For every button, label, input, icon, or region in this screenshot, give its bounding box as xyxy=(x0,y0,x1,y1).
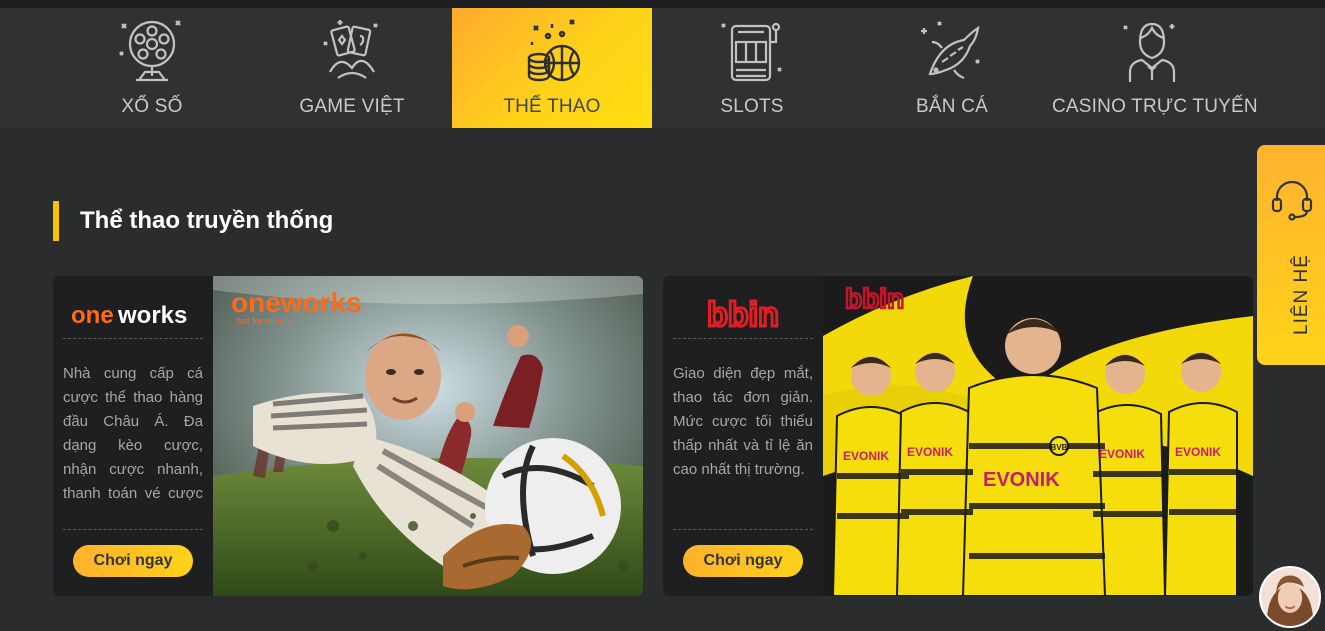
nav-label-casino: CASINO TRỰC TUYẾN xyxy=(1052,96,1258,117)
basketball-coins-icon xyxy=(527,19,581,82)
section-title: Thể thao truyền thống xyxy=(53,201,333,241)
nav-item-lottery[interactable]: XỔ SỐ xyxy=(52,8,252,128)
divider xyxy=(673,529,813,530)
oneworks-banner-image[interactable]: oneworks hot for minds xyxy=(213,276,643,596)
svg-text:BVB: BVB xyxy=(1051,443,1068,452)
bbin-banner-image[interactable]: EVONIK EVONIK EVONIK EVONIK EVONIK BVB b… xyxy=(823,276,1253,596)
contact-tab[interactable]: LIÊN HỆ xyxy=(1257,145,1325,365)
jersey-text: EVONIK xyxy=(1099,447,1145,461)
contact-label: LIÊN HỆ xyxy=(1291,254,1312,335)
jersey-text: EVONIK xyxy=(1175,445,1221,459)
divider xyxy=(63,338,203,339)
oneworks-logo: one works xyxy=(71,302,187,329)
bbin-logo: bbin xyxy=(706,295,781,336)
casino-dealer-icon xyxy=(1123,22,1176,82)
banner-bbin-logo: bbin xyxy=(845,283,904,314)
play-now-button[interactable]: Chơi ngay xyxy=(73,545,193,577)
play-now-button[interactable]: Chơi ngay xyxy=(683,545,803,577)
category-nav: XỔ SỐ GAME VIỆT THỂ THAO SLOTS BẮN CÁ CA… xyxy=(0,8,1325,128)
divider xyxy=(63,529,203,530)
nav-item-game-viet[interactable]: GAME VIỆT xyxy=(252,8,452,128)
card-info-panel: one works Nhà cung cấp cá cược thể thao … xyxy=(53,276,213,596)
nav-label-slots: SLOTS xyxy=(720,96,784,117)
koi-fish-icon xyxy=(921,21,980,80)
nav-label-sports: THỂ THAO xyxy=(503,96,601,117)
svg-text:works: works xyxy=(117,302,187,329)
nav-label-lottery: XỔ SỐ xyxy=(121,96,183,117)
svg-text:bbin: bbin xyxy=(707,296,779,334)
card-description: Nhà cung cấp cá cược thể thao hàng đầu C… xyxy=(63,365,203,502)
top-strip xyxy=(0,0,1325,8)
nav-item-casino[interactable]: CASINO TRỰC TUYẾN xyxy=(1052,8,1258,128)
headset-icon xyxy=(1271,180,1313,221)
slot-machine-icon xyxy=(721,22,782,82)
banner-tagline: hot for minds xyxy=(237,316,290,326)
jersey-text: EVONIK xyxy=(907,445,953,459)
avatar-image xyxy=(1261,568,1319,626)
svg-text:one: one xyxy=(71,302,114,329)
support-agent-avatar[interactable] xyxy=(1259,566,1321,628)
nav-label-fishing: BẮN CÁ xyxy=(916,96,988,117)
banner-logo-one: oneworks xyxy=(231,287,362,318)
nav-item-slots[interactable]: SLOTS xyxy=(652,8,852,128)
card-description: Giao diện đẹp mắt, thao tác đơn giản. Mứ… xyxy=(673,365,813,478)
jersey-text: EVONIK xyxy=(983,469,1060,491)
jersey-text: EVONIK xyxy=(843,449,889,463)
divider xyxy=(673,338,813,339)
provider-card-bbin: bbin Giao diện đẹp mắt, thao tác đơn giả… xyxy=(663,276,1253,596)
card-info-panel: bbin Giao diện đẹp mắt, thao tác đơn giả… xyxy=(663,276,823,596)
nav-item-fishing[interactable]: BẮN CÁ xyxy=(852,8,1052,128)
provider-card-oneworks: one works Nhà cung cấp cá cược thể thao … xyxy=(53,276,643,596)
lottery-ball-cage-icon xyxy=(119,20,181,82)
card-cards-icon xyxy=(323,20,378,79)
nav-item-sports[interactable]: THỂ THAO xyxy=(452,8,652,128)
nav-label-game-viet: GAME VIỆT xyxy=(299,96,405,117)
